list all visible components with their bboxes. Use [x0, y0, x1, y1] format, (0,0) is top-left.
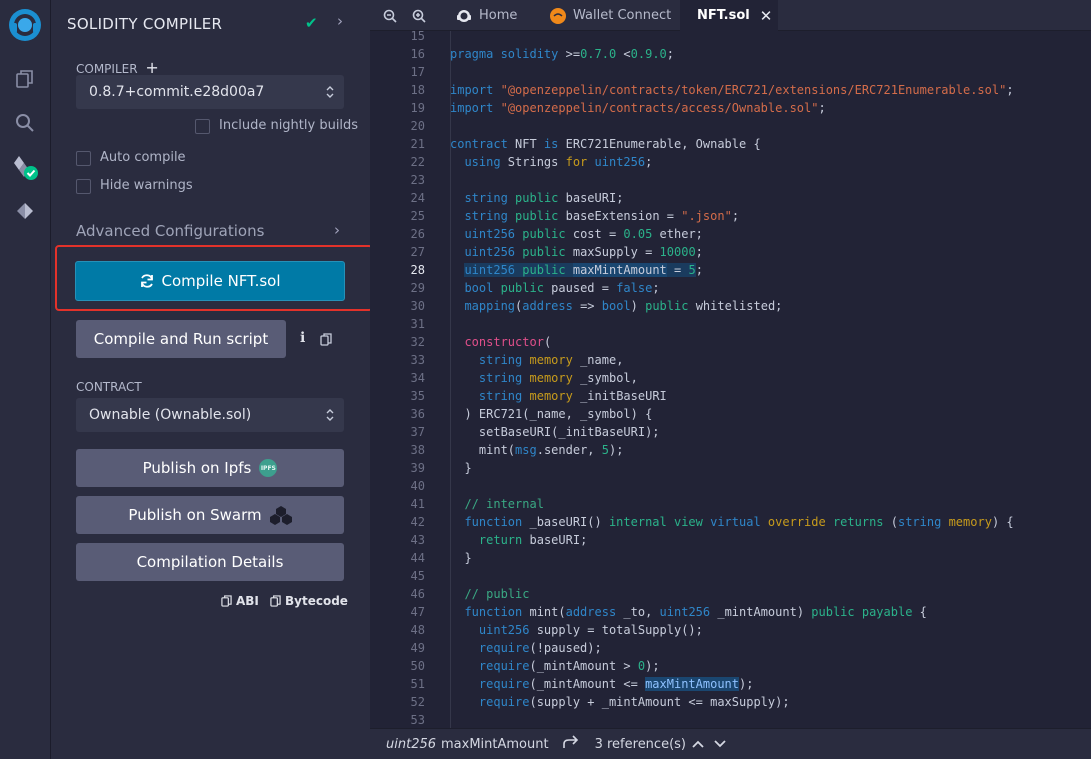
compiled-check-icon: ✔	[305, 14, 318, 32]
code-line: 46 // public	[410, 587, 530, 601]
publish-ipfs-button[interactable]: Publish on Ipfs IPFS	[76, 449, 344, 487]
copy-abi-button[interactable]: ABI	[221, 594, 259, 608]
code-line: 38 mint(msg.sender, 5);	[410, 443, 624, 457]
code-line: 51 require(_mintAmount <= maxMintAmount)…	[410, 677, 754, 691]
code-line: 53	[410, 713, 425, 727]
chevron-right-icon[interactable]: ›	[337, 12, 343, 30]
code-line: 52 require(supply + _mintAmount <= maxSu…	[410, 695, 790, 709]
copy-icon	[221, 595, 232, 607]
code-line: 49 require(!paused);	[410, 641, 602, 655]
close-tab-icon[interactable]: ✕	[760, 7, 773, 25]
symbol-type: uint256	[386, 736, 437, 752]
nightly-builds-label: Include nightly builds	[219, 118, 359, 133]
code-line: 27 uint256 public maxSupply = 10000;	[410, 245, 703, 259]
ipfs-icon: IPFS	[259, 459, 278, 477]
icon-rail	[0, 0, 51, 759]
compiler-panel: SOLIDITY COMPILER ✔ › COMPILER + 0.8.7+c…	[51, 0, 373, 759]
compile-button[interactable]: Compile NFT.sol	[75, 261, 345, 301]
panel-title: SOLIDITY COMPILER	[67, 15, 223, 33]
code-line: 37 setBaseURI(_initBaseURI);	[410, 425, 660, 439]
nightly-builds-checkbox[interactable]	[195, 119, 210, 134]
auto-compile-label: Auto compile	[100, 150, 186, 165]
tab-nft-sol[interactable]: NFT.sol ✕	[680, 0, 778, 31]
code-line: 17	[410, 65, 425, 79]
symbol-name: maxMintAmount	[441, 736, 549, 752]
code-line: 19 import "@openzeppelin/contracts/access…	[410, 101, 826, 115]
copy-icon[interactable]	[320, 331, 332, 350]
references-bar: uint256 maxMintAmount 3 reference(s)	[370, 728, 1091, 759]
code-line: 33 string memory _name,	[410, 353, 624, 367]
compile-and-run-button[interactable]: Compile and Run script	[76, 320, 286, 358]
remix-home-icon	[457, 9, 471, 22]
copy-bytecode-button[interactable]: Bytecode	[270, 594, 348, 608]
code-line: 21 contract NFT is ERC721Enumerable, Owna…	[410, 137, 761, 151]
auto-compile-checkbox[interactable]	[76, 151, 91, 166]
deploy-run-icon[interactable]	[10, 196, 40, 226]
chevron-up-icon[interactable]	[692, 737, 704, 752]
zoom-out-icon[interactable]	[383, 8, 397, 27]
code-line: 48 uint256 supply = totalSupply();	[410, 623, 703, 637]
code-line: 35 string memory _initBaseURI	[410, 389, 667, 403]
zoom-in-icon[interactable]	[412, 8, 426, 27]
code-line: 22 using Strings for uint256;	[410, 155, 653, 169]
code-line: 36 ) ERC721(_name, _symbol) {	[410, 407, 653, 421]
code-line: 26 uint256 public cost = 0.05 ether;	[410, 227, 703, 241]
hide-warnings-checkbox[interactable]	[76, 179, 91, 194]
select-caret-icon	[326, 409, 334, 421]
code-line: 31	[410, 317, 425, 331]
advanced-configurations-toggle[interactable]: Advanced Configurations	[76, 222, 264, 240]
code-line: 41 // internal	[410, 497, 544, 511]
code-line: 30 mapping(address => bool) public white…	[410, 299, 783, 313]
code-line: 25 string public baseExtension = ".json"…	[410, 209, 740, 223]
reference-count: 3 reference(s)	[594, 736, 686, 752]
code-line: 44 }	[410, 551, 472, 565]
search-icon[interactable]	[10, 108, 40, 138]
swarm-icon	[269, 506, 292, 525]
hide-warnings-label: Hide warnings	[100, 178, 193, 193]
code-line: 15	[410, 31, 425, 43]
code-line: 47 function mint(address _to, uint256 _m…	[410, 605, 927, 619]
compiler-version-select[interactable]: 0.8.7+commit.e28d00a7	[76, 75, 344, 109]
contract-select[interactable]: Ownable (Ownable.sol)	[76, 398, 344, 432]
tab-wallet-connect[interactable]: Wallet Connect	[540, 0, 681, 31]
publish-swarm-button[interactable]: Publish on Swarm	[76, 496, 344, 534]
remix-logo-icon[interactable]	[6, 6, 44, 44]
chevron-down-icon[interactable]	[714, 737, 726, 752]
code-line: 45	[410, 569, 425, 583]
contract-label: CONTRACT	[76, 380, 142, 394]
info-icon[interactable]: ℹ	[300, 330, 305, 346]
solidity-compiler-icon[interactable]	[10, 152, 40, 182]
code-line: 39 }	[410, 461, 472, 475]
code-line: 24 string public baseURI;	[410, 191, 624, 205]
tab-bar: Home Wallet Connect NFT.sol ✕	[370, 0, 1091, 31]
chevron-right-icon[interactable]: ›	[334, 221, 340, 239]
code-line: 16 pragma solidity >=0.7.0 <0.9.0;	[410, 47, 674, 61]
refresh-icon	[141, 274, 154, 288]
code-line: 18 import "@openzeppelin/contracts/token/…	[410, 83, 1014, 97]
code-line: 43 return baseURI;	[410, 533, 588, 547]
goto-definition-icon[interactable]	[562, 735, 579, 753]
code-line: 40	[410, 479, 425, 493]
code-line: 42 function _baseURI() internal view vir…	[410, 515, 1014, 529]
code-line-current: 28 uint256 public maxMintAmount = 5;	[410, 263, 703, 277]
tab-home[interactable]: Home	[446, 0, 527, 31]
code-line: 34 string memory _symbol,	[410, 371, 638, 385]
code-line: 50 require(_mintAmount > 0);	[410, 659, 660, 673]
code-editor[interactable]: 15 16 pragma solidity >=0.7.0 <0.9.0; 17 …	[370, 31, 1091, 728]
code-line: 23	[410, 173, 425, 187]
code-line: 29 bool public paused = false;	[410, 281, 660, 295]
copy-icon	[270, 595, 281, 607]
code-line: 32 constructor(	[410, 335, 552, 349]
select-caret-icon	[326, 86, 334, 98]
wallet-connect-icon	[550, 7, 566, 24]
compilation-details-button[interactable]: Compilation Details	[76, 543, 344, 581]
file-explorer-icon[interactable]	[10, 64, 40, 94]
code-line: 20	[410, 119, 425, 133]
